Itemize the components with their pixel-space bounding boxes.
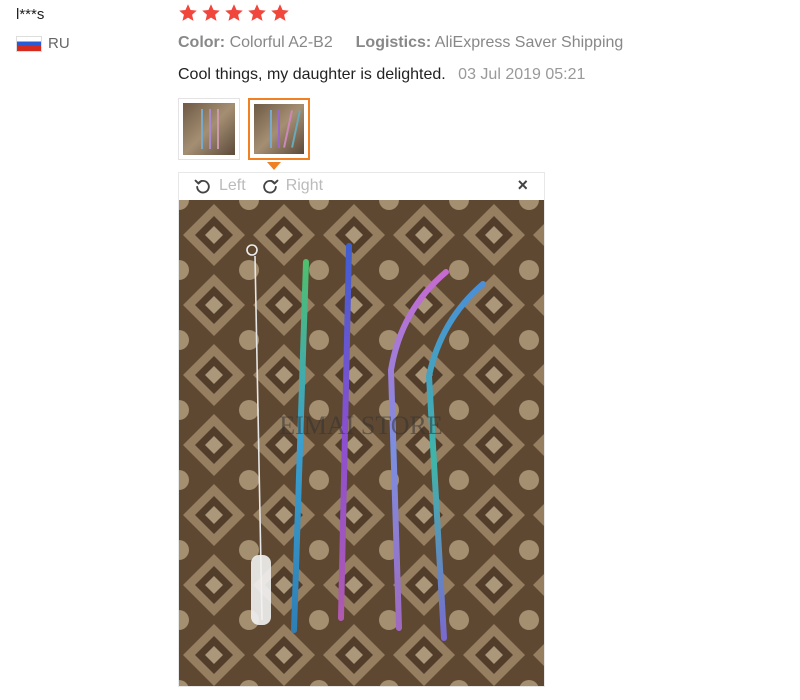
country-code: RU [48, 35, 70, 52]
russia-flag-icon [16, 35, 42, 52]
thumbnail-image [183, 103, 235, 155]
star-icon [225, 4, 243, 21]
star-icon [179, 4, 197, 21]
reviewer-country: RU [16, 35, 70, 52]
review-thumbnails [178, 98, 310, 160]
review-thumbnail[interactable] [178, 98, 240, 160]
rotate-right-icon [263, 179, 279, 194]
viewer-toolbar: Left Right × [179, 173, 544, 199]
logistics-key: Logistics: [355, 34, 432, 51]
selected-thumbnail-pointer [267, 162, 281, 170]
logistics-value: AliExpress Saver Shipping [434, 34, 624, 51]
star-icon [271, 4, 289, 21]
rotate-right-button[interactable]: Right [260, 176, 323, 196]
rotate-left-button[interactable]: Left [193, 176, 246, 196]
color-value: Colorful A2-B2 [229, 34, 333, 51]
star-rating [178, 3, 290, 23]
close-icon[interactable]: × [517, 175, 528, 196]
reviewer-name: l***s [16, 6, 45, 23]
review-photo: EIMAI STORE [179, 200, 544, 686]
thumbnail-image [254, 104, 304, 154]
star-icon [202, 4, 220, 21]
color-key: Color: [178, 34, 226, 51]
rotate-right-label: Right [285, 177, 324, 194]
review-date: 03 Jul 2019 05:21 [458, 66, 586, 83]
order-attributes: Color: Colorful A2-B2 Logistics: AliExpr… [178, 34, 623, 52]
review-text: Cool things, my daughter is delighted. [178, 66, 446, 83]
star-icon [248, 4, 266, 21]
review-thumbnail-selected[interactable] [248, 98, 310, 160]
review-body: Cool things, my daughter is delighted. 0… [178, 66, 585, 84]
rotate-left-label: Left [219, 177, 246, 194]
rotate-left-icon [194, 179, 210, 194]
image-viewer: Left Right × EIMAI STORE [178, 172, 545, 687]
store-watermark: EIMAI STORE [279, 411, 442, 440]
